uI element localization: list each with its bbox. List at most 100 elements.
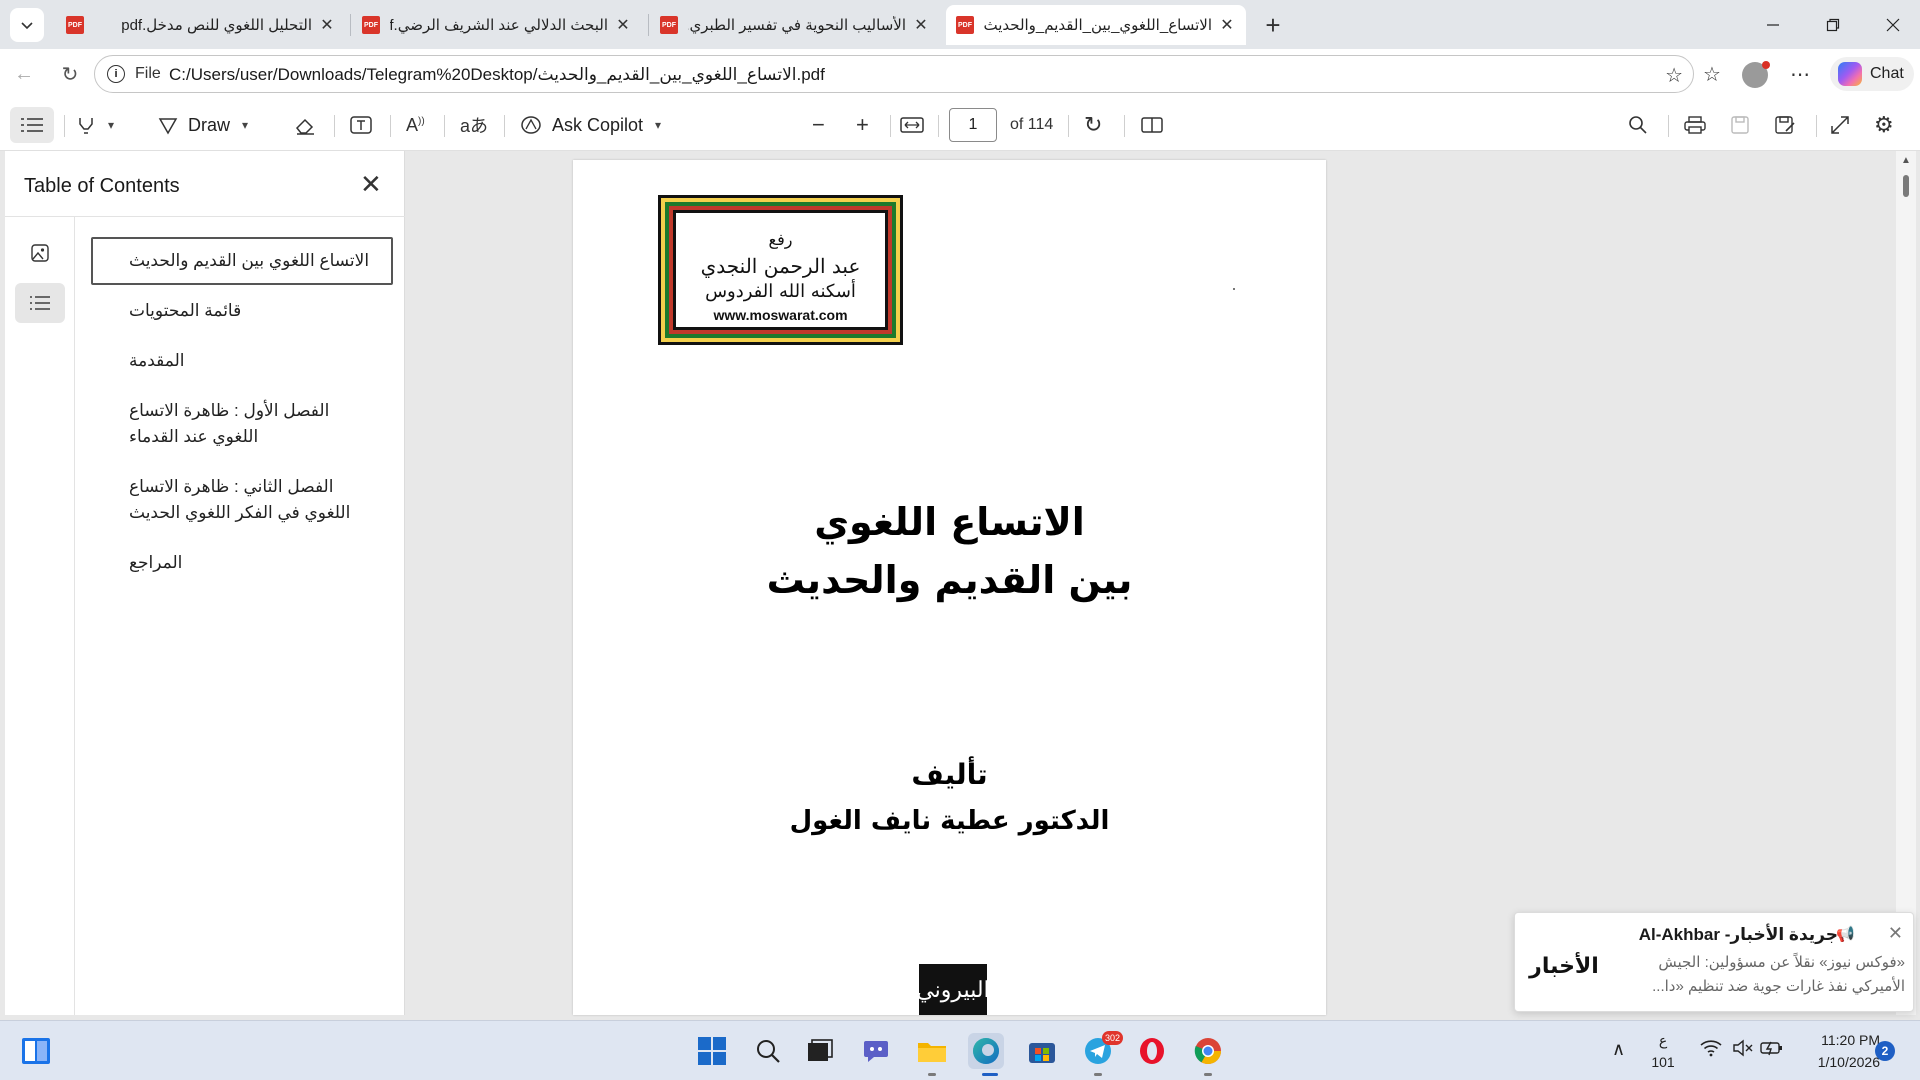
outline-button[interactable] xyxy=(15,283,65,323)
highlight-button[interactable]: ▾ xyxy=(76,109,114,141)
favorites-button[interactable]: ☆ xyxy=(1698,60,1726,88)
fit-width-button[interactable] xyxy=(900,109,924,141)
search-button[interactable] xyxy=(1628,109,1648,141)
tab-pdf-active[interactable]: PDF الاتساع_اللغوي_بين_القديم_والحديث.pd… xyxy=(946,5,1246,45)
battery-icon[interactable] xyxy=(1760,1039,1784,1062)
tab-close-icon[interactable]: ✕ xyxy=(318,15,336,35)
copilot-chat-button[interactable]: Chat xyxy=(1830,57,1914,91)
toc-toggle-button[interactable] xyxy=(10,107,54,143)
list-icon xyxy=(30,296,50,310)
toc-item[interactable]: المقدمة xyxy=(91,337,393,385)
close-window-button[interactable] xyxy=(1870,8,1916,42)
chrome-button[interactable] xyxy=(1190,1033,1226,1069)
info-icon[interactable]: i xyxy=(107,65,125,83)
ask-copilot-button[interactable]: Ask Copilot ▾ xyxy=(520,109,661,141)
tab-pdf-1[interactable]: PDF التحليل اللغوي للنص مدخل.pdf ✕ xyxy=(56,5,346,45)
seal-url: www.moswarat.com xyxy=(713,307,848,323)
back-button[interactable]: ← xyxy=(8,58,40,90)
toc-item-label: المقدمة xyxy=(129,351,185,370)
toc-item[interactable]: الفصل الثاني : ظاهرة الاتساع اللغوي في ا… xyxy=(91,463,393,537)
toolbar-separator xyxy=(390,115,391,137)
page-view-button[interactable] xyxy=(1140,109,1164,141)
toc-item[interactable]: المراجع xyxy=(91,539,393,587)
telegram-button[interactable]: 302 xyxy=(1080,1031,1124,1069)
toolbar-separator xyxy=(504,115,505,137)
clock[interactable]: 11:20 PM 1/10/2026 xyxy=(1790,1029,1880,1073)
scroll-up-arrow-icon[interactable]: ▲ xyxy=(1901,155,1911,166)
rotate-button[interactable]: ↻ xyxy=(1084,109,1102,141)
opera-button[interactable] xyxy=(1134,1033,1170,1069)
draw-button[interactable]: Draw ▾ xyxy=(158,109,248,141)
seal-line: أسكنه الله الفردوس xyxy=(705,281,856,302)
save-icon xyxy=(1731,116,1749,134)
running-indicator xyxy=(1094,1073,1102,1076)
toolbar-separator xyxy=(938,115,939,137)
save-as-button[interactable] xyxy=(1774,109,1796,141)
input-indicator[interactable]: ع 101 xyxy=(1650,1029,1676,1073)
print-button[interactable] xyxy=(1684,109,1706,141)
wifi-icon[interactable] xyxy=(1700,1039,1722,1062)
save-button[interactable] xyxy=(1730,109,1750,141)
erase-button[interactable] xyxy=(294,109,316,141)
minimize-button[interactable] xyxy=(1750,8,1796,42)
thumbnails-button[interactable] xyxy=(15,233,65,273)
favorites-list-icon: ☆ xyxy=(1703,63,1721,86)
start-button[interactable] xyxy=(694,1033,730,1069)
chevron-down-icon[interactable]: ▾ xyxy=(108,118,114,132)
page-number-input[interactable]: 1 xyxy=(949,108,997,142)
tab-pdf-3[interactable]: PDF الأساليب النحوية في تفسير الطبري.pdf… xyxy=(650,5,940,45)
favorite-star-icon[interactable]: ☆ xyxy=(1665,63,1683,88)
task-view-button[interactable] xyxy=(802,1033,838,1069)
speaker-muted-icon[interactable] xyxy=(1732,1039,1754,1062)
pdf-page: رفع عبد الرحمن النجدي أسكنه الله الفردوس… xyxy=(573,160,1326,1015)
zoom-in-button[interactable]: + xyxy=(856,109,869,141)
close-icon[interactable]: ✕ xyxy=(1888,923,1903,944)
toc-header: Table of Contents ✕ xyxy=(5,151,405,217)
address-input[interactable]: i File C:/Users/user/Downloads/Telegram%… xyxy=(94,55,1694,93)
translate-button[interactable]: aあ xyxy=(460,109,488,141)
restore-button[interactable] xyxy=(1810,8,1856,42)
tab-close-icon[interactable]: ✕ xyxy=(614,15,632,35)
close-icon[interactable]: ✕ xyxy=(360,169,382,200)
seal-line: عبد الرحمن النجدي xyxy=(700,254,861,278)
search-icon xyxy=(757,1040,780,1063)
chevron-down-icon[interactable]: ▾ xyxy=(242,118,248,132)
toc-item[interactable]: الفصل الأول : ظاهرة الاتساع اللغوي عند ا… xyxy=(91,387,393,461)
show-hidden-icons-chevron-icon[interactable]: ∧ xyxy=(1612,1039,1625,1060)
file-explorer-button[interactable] xyxy=(914,1033,950,1069)
scroll-thumb[interactable] xyxy=(1903,175,1909,197)
tab-strip: PDF التحليل اللغوي للنص مدخل.pdf ✕ PDF ا… xyxy=(0,0,1920,49)
zoom-out-button[interactable]: − xyxy=(812,109,825,141)
read-aloud-button[interactable]: A)) xyxy=(406,109,425,141)
edge-button[interactable] xyxy=(968,1033,1004,1069)
toc-item[interactable]: الاتساع اللغوي بين القديم والحديث xyxy=(91,237,393,285)
settings-more-button[interactable]: ⋯ xyxy=(1786,60,1814,88)
tab-close-icon[interactable]: ✕ xyxy=(912,15,930,35)
toc-item[interactable]: قائمة المحتويات xyxy=(91,287,393,335)
fullscreen-button[interactable] xyxy=(1830,109,1850,141)
draw-label: Draw xyxy=(188,114,231,135)
store-button[interactable] xyxy=(1024,1033,1060,1069)
text-box-icon xyxy=(350,116,372,134)
folder-icon xyxy=(918,1043,946,1062)
add-text-button[interactable] xyxy=(350,109,372,141)
toast-notification[interactable]: جريدة الأخبار- Al-Akhbar 📢 ✕ الأخبار «فو… xyxy=(1514,912,1914,1012)
vertical-scrollbar[interactable]: ▲ xyxy=(1896,151,1916,1015)
pdf-settings-button[interactable]: ⚙ xyxy=(1874,109,1894,141)
chevron-down-icon[interactable]: ▾ xyxy=(655,118,661,132)
address-bar-row: ← ↻ i File C:/Users/user/Downloads/Teleg… xyxy=(0,49,1920,99)
widgets-button[interactable] xyxy=(18,1033,54,1069)
new-tab-button[interactable]: + xyxy=(1258,10,1288,40)
toc-panel: Table of Contents ✕ الاتساع اللغوي بين ا… xyxy=(5,151,405,1015)
tab-close-icon[interactable]: ✕ xyxy=(1218,15,1236,35)
gear-icon: ⚙ xyxy=(1874,112,1894,137)
notification-center-badge[interactable]: 2 xyxy=(1875,1041,1895,1061)
refresh-button[interactable]: ↻ xyxy=(54,58,86,90)
read-aloud-icon: A)) xyxy=(406,114,425,135)
tab-actions-menu-button[interactable] xyxy=(10,8,44,42)
edge-icon xyxy=(973,1038,999,1064)
search-button[interactable] xyxy=(750,1033,786,1069)
refresh-icon: ↻ xyxy=(61,63,79,86)
tab-pdf-2[interactable]: PDF البحث الدلالي عند الشريف الرضي.pdf ✕ xyxy=(352,5,642,45)
teams-chat-button[interactable] xyxy=(858,1033,894,1069)
